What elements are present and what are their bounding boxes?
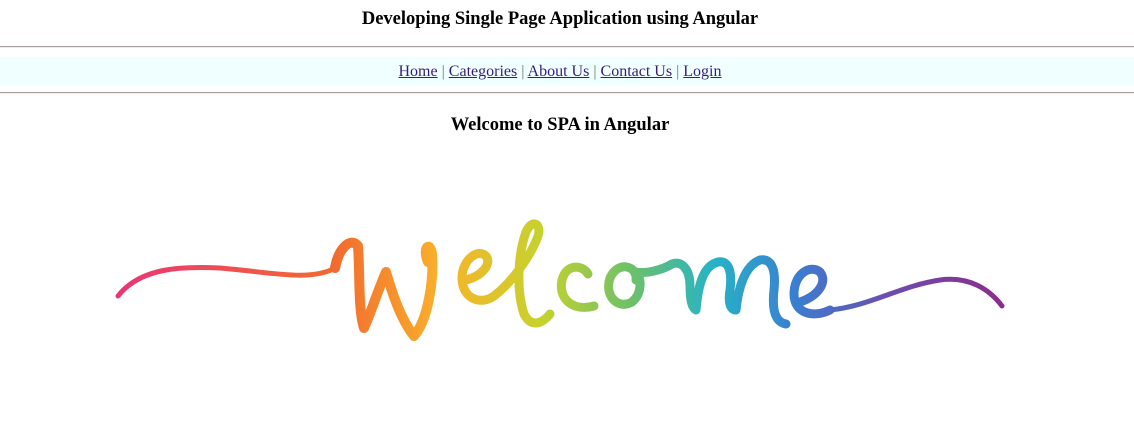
nav-link-home[interactable]: Home: [398, 63, 437, 80]
nav-link-categories[interactable]: Categories: [449, 63, 517, 80]
nav-link-contact-us[interactable]: Contact Us: [601, 63, 673, 80]
nav-separator: |: [441, 63, 445, 80]
nav-separator: |: [593, 63, 597, 80]
site-title: Developing Single Page Application using…: [361, 9, 759, 29]
nav-link-about-us[interactable]: About Us: [528, 63, 590, 80]
divider-top: [0, 46, 1134, 48]
nav-links: Home | Categories | About Us | Contact U…: [398, 63, 721, 80]
nav-link-login[interactable]: Login: [683, 63, 721, 80]
welcome-lettering-image: [115, 219, 1005, 341]
divider-bottom: [0, 92, 1134, 94]
welcome-heading: Welcome to SPA in Angular: [450, 115, 670, 135]
nav-separator: |: [521, 63, 525, 80]
page: Developing Single Page Application using…: [0, 0, 1134, 428]
nav-bar: Home | Categories | About Us | Contact U…: [0, 57, 1134, 86]
nav-separator: |: [676, 63, 680, 80]
